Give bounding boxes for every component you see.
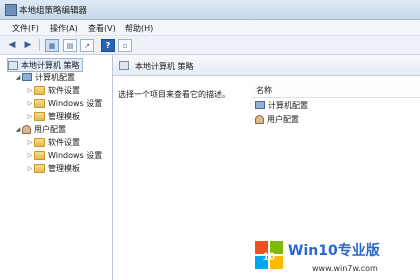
policy-icon [8,60,18,70]
tree-item-computer-software[interactable]: ▷ 软件设置 [26,84,80,96]
description-text: 选择一个项目来查看它的描述。 [118,90,230,99]
column-header-name[interactable]: 名称 [251,81,420,98]
list-item-label: 用户配置 [267,114,299,124]
watermark: 10 Win10专业版 www.win7w.com [250,236,420,280]
tree-item-computer-admin-templates[interactable]: ▷ 管理模板 [26,110,80,122]
computer-icon [22,73,32,81]
folder-icon [34,98,45,108]
tree-item-user-config[interactable]: ◢ 用户配置 [14,123,66,135]
collapsed-triangle-icon[interactable]: ▷ [26,100,34,107]
show-hide-tree-icon[interactable]: ▦ [45,39,59,52]
watermark-url: www.win7w.com [312,264,378,273]
list-item-computer-config[interactable]: 计算机配置 [255,99,308,111]
list-item-user-config[interactable]: 用户配置 [255,113,299,125]
menu-help[interactable]: 帮助(H) [125,23,153,34]
folder-icon [34,137,45,147]
windows-logo-icon: 10 [255,241,283,269]
tree-item-label: 管理模板 [48,111,80,121]
menu-file[interactable]: 文件(F) [12,23,39,34]
tree-item-label: 用户配置 [34,124,66,134]
tree-item-label: Windows 设置 [48,150,103,160]
expanded-triangle-icon[interactable]: ◢ [14,126,22,133]
tree-item-label: 软件设置 [48,137,80,147]
collapsed-triangle-icon[interactable]: ▷ [26,165,34,172]
folder-icon [34,111,45,121]
toolbar-separator [39,39,40,51]
forward-arrow-icon[interactable]: ▶ [22,39,34,50]
tree-item-label: 软件设置 [48,85,80,95]
title-bar: 本地组策略编辑器 [0,0,420,20]
folder-icon [34,150,45,160]
tree-item-root[interactable]: 本地计算机 策略 [7,58,83,72]
logo-text: 10 [263,251,275,263]
tree-item-user-windows[interactable]: ▷ Windows 设置 [26,149,102,161]
folder-icon [34,85,45,95]
menu-bar: 文件(F) 操作(A) 查看(V) 帮助(H) [0,20,420,36]
collapsed-triangle-icon[interactable]: ▷ [26,87,34,94]
menu-action[interactable]: 操作(A) [50,23,78,34]
back-arrow-icon[interactable]: ◀ [6,39,18,50]
watermark-title: Win10专业版 [288,243,380,259]
list-item-label: 计算机配置 [268,100,308,110]
tree-pane: 本地计算机 策略 ◢ 计算机配置 ▷ 软件设置 ▷ Windows 设置 ▷ 管… [0,55,113,280]
column-header-label: 名称 [256,86,272,95]
tree-item-user-software[interactable]: ▷ 软件设置 [26,136,80,148]
help-icon[interactable]: ? [101,39,115,52]
collapsed-triangle-icon[interactable]: ▷ [26,139,34,146]
menu-view[interactable]: 查看(V) [88,23,116,34]
tree-item-label: 本地计算机 策略 [21,60,80,70]
tree-item-computer-windows[interactable]: ▷ Windows 设置 [26,97,102,109]
window-title: 本地组策略编辑器 [19,6,88,16]
tree-item-user-admin-templates[interactable]: ▷ 管理模板 [26,162,80,174]
collapsed-triangle-icon[interactable]: ▷ [26,152,34,159]
tree-item-label: 管理模板 [48,163,80,173]
details-header: 本地计算机 策略 [113,55,420,76]
computer-icon [255,101,265,109]
policy-icon [119,61,129,70]
properties-icon[interactable]: ▤ [63,39,77,52]
user-icon [22,124,31,134]
collapsed-triangle-icon[interactable]: ▷ [26,113,34,120]
details-title: 本地计算机 策略 [135,62,194,71]
view-icon[interactable]: ▫ [118,39,132,52]
expanded-triangle-icon[interactable]: ◢ [14,74,22,81]
tree-item-label: 计算机配置 [35,72,75,82]
app-icon [5,4,17,16]
folder-icon [34,163,45,173]
toolbar: ◀ ▶ ▦ ▤ ↗ ? ▫ [0,36,420,55]
tree-item-label: Windows 设置 [48,98,103,108]
user-icon [255,114,264,124]
tree-item-computer-config[interactable]: ◢ 计算机配置 [14,71,75,83]
export-list-icon[interactable]: ↗ [80,39,94,52]
